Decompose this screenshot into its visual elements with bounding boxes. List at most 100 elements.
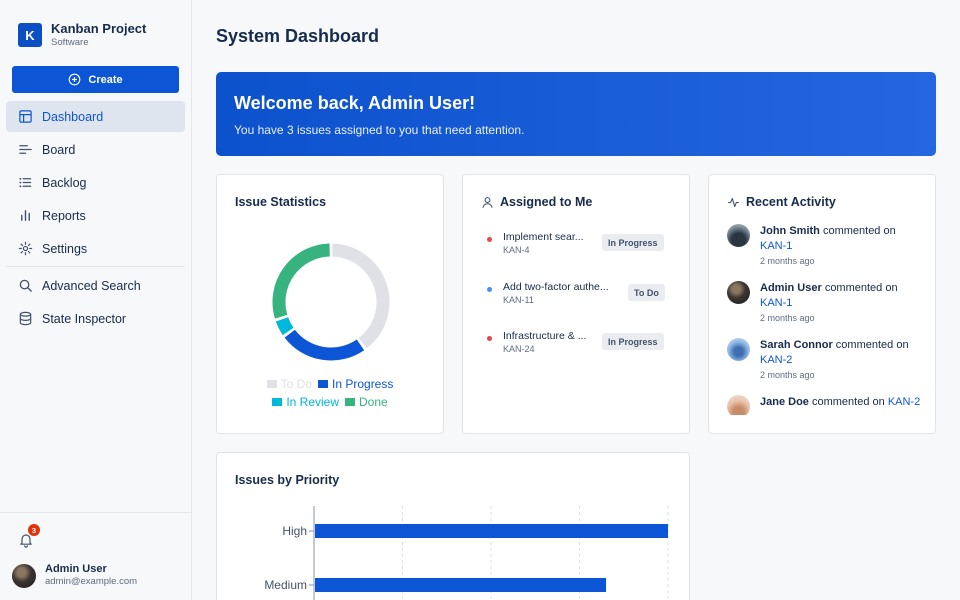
legend-label: Done [359, 395, 388, 409]
sidebar-nav: Dashboard Board Backlog Reports Settings… [6, 101, 185, 336]
card-title: Assigned to Me [500, 195, 593, 209]
project-header[interactable]: K Kanban Project Software [18, 21, 146, 49]
assigned-to-me-card: Assigned to Me Implement sear... KAN-4 I… [462, 174, 690, 434]
activity-text: Admin User commented on KAN-1 [760, 281, 930, 311]
legend-label: To Do [280, 377, 312, 391]
issue-title: Infrastructure & ... [503, 330, 587, 342]
avatar [727, 224, 750, 247]
sidebar-item-dashboard[interactable]: Dashboard [6, 101, 185, 132]
recent-activity-card: Recent Activity John Smith commented on K… [708, 174, 936, 434]
priority-dot [487, 287, 492, 292]
sidebar-item-backlog[interactable]: Backlog [6, 167, 185, 198]
status-badge: To Do [628, 284, 665, 301]
y-tick-label: High [282, 524, 307, 538]
board-icon [19, 145, 32, 154]
sidebar-item-settings[interactable]: Settings [6, 233, 185, 264]
bar-medium[interactable] [315, 578, 607, 592]
donut-slice-to-do[interactable] [331, 243, 390, 349]
page-title: System Dashboard [216, 26, 380, 46]
settings-icon [18, 241, 33, 256]
issues-by-priority-card: Issues by Priority High Medium [216, 452, 690, 600]
sidebar-item-label: Backlog [42, 175, 87, 190]
legend-item-in-review[interactable]: In Review [272, 395, 339, 409]
sidebar-item-state-inspector[interactable]: State Inspector [6, 303, 185, 334]
activity-verb: commented on [811, 396, 885, 408]
sidebar: K Kanban Project Software Create Dashboa… [0, 0, 192, 600]
issue-key: KAN-24 [503, 344, 535, 354]
issues-by-priority-chart: High Medium [264, 506, 669, 600]
donut-slice-done[interactable] [272, 243, 331, 319]
user-name: Admin User [45, 563, 107, 575]
user-profile[interactable]: Admin User admin@example.com [12, 563, 137, 588]
priority-dot [487, 237, 492, 242]
create-button-label: Create [88, 73, 123, 86]
backlog-icon [19, 177, 32, 188]
issue-link[interactable]: KAN-1 [760, 297, 792, 309]
issue-link[interactable]: KAN-2 [760, 354, 792, 366]
project-name: Kanban Project [51, 21, 147, 36]
activity-text: Jane Doe commented on KAN-2 [760, 395, 930, 410]
activity-time: 2 months ago [760, 370, 815, 380]
issue-key: KAN-4 [503, 245, 530, 255]
activity-text: Sarah Connor commented on KAN-2 [760, 338, 930, 368]
dashboard-icon [19, 110, 32, 123]
project-type: Software [51, 37, 89, 48]
activity-time: 2 months ago [760, 256, 815, 266]
donut-slice-in-review[interactable] [275, 317, 294, 336]
welcome-title: Welcome back, Admin User! [234, 93, 476, 113]
create-button[interactable]: Create [12, 66, 179, 93]
project-logo: K [18, 23, 42, 47]
legend-label: In Progress [332, 377, 394, 391]
activity-user: John Smith [760, 225, 820, 237]
priority-dot [487, 336, 492, 341]
activity-user: Jane Doe [760, 396, 809, 408]
activity-text: John Smith commented on KAN-1 [760, 224, 930, 254]
activity-verb: commented on [822, 225, 896, 237]
status-badge: In Progress [602, 234, 664, 251]
plus-circle-icon [69, 73, 81, 86]
search-icon [19, 279, 32, 292]
welcome-message: You have 3 issues assigned to you that n… [234, 123, 525, 137]
welcome-banner: Welcome back, Admin User! You have 3 iss… [216, 72, 936, 156]
chart-legend-row-2: In Review Done [217, 395, 443, 409]
avatar [12, 563, 36, 588]
sidebar-footer: 3 Admin User admin@example.com [0, 512, 191, 600]
issue-title: Add two-factor authe... [503, 281, 609, 293]
card-title-wrap: Assigned to Me [481, 195, 592, 209]
avatar [727, 395, 750, 415]
activity-time: 2 months ago [760, 313, 815, 323]
donut-slice-in-progress[interactable] [284, 329, 365, 361]
issue-title: Implement sear... [503, 231, 584, 243]
sidebar-item-advanced-search[interactable]: Advanced Search [6, 270, 185, 301]
legend-item-todo[interactable]: To Do [266, 377, 312, 391]
reports-icon [21, 210, 30, 221]
sidebar-item-reports[interactable]: Reports [6, 200, 185, 231]
sidebar-item-label: Board [42, 142, 76, 157]
sidebar-item-board[interactable]: Board [6, 134, 185, 165]
avatar [727, 281, 750, 304]
issue-link[interactable]: KAN-1 [760, 240, 792, 252]
card-title: Issues by Priority [235, 473, 340, 487]
activity-user: Sarah Connor [760, 339, 833, 351]
issue-link[interactable]: KAN-2 [888, 396, 920, 408]
sidebar-item-label: Advanced Search [42, 278, 141, 293]
sidebar-item-label: Dashboard [42, 109, 104, 124]
user-email: admin@example.com [45, 576, 138, 587]
card-title: Issue Statistics [235, 195, 327, 209]
legend-label: In Review [286, 395, 339, 409]
sidebar-item-label: State Inspector [42, 311, 127, 326]
nav-divider [6, 266, 185, 267]
bar-high[interactable] [315, 524, 668, 538]
sidebar-item-label: Settings [42, 241, 88, 256]
activity-list[interactable]: John Smith commented on KAN-1 2 months ag… [709, 175, 935, 415]
legend-item-in-progress[interactable]: In Progress [318, 377, 393, 391]
issue-key: KAN-11 [503, 295, 534, 305]
chart-legend-row-1: To Do In Progress [217, 377, 443, 391]
legend-item-done[interactable]: Done [345, 395, 388, 409]
y-tick-label: Medium [264, 578, 307, 592]
avatar [727, 338, 750, 361]
activity-verb: commented on [835, 339, 909, 351]
issue-statistics-card: Issue Statistics To Do In Progress In Re… [216, 174, 444, 434]
notification-badge: 3 [28, 524, 40, 536]
activity-verb: commented on [824, 282, 898, 294]
